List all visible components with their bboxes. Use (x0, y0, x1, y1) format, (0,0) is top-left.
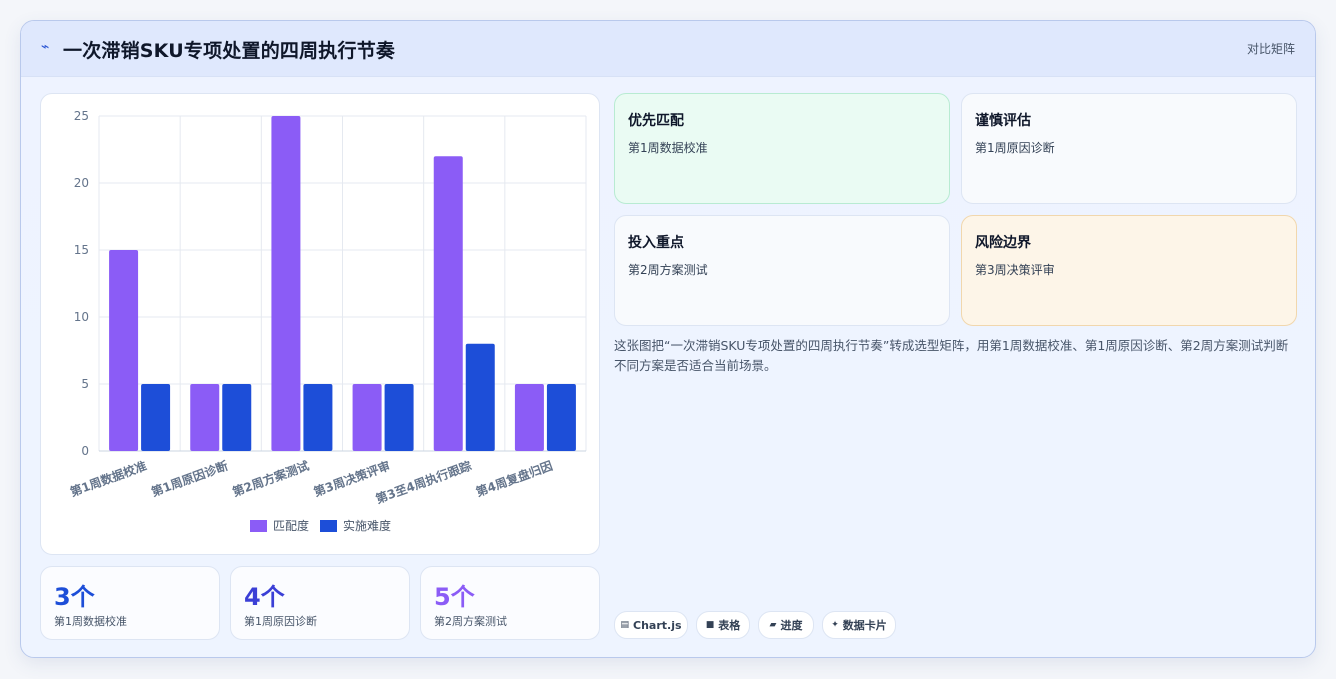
page-title: 一次滞销SKU专项处置的四周执行节奏 (63, 40, 396, 62)
matrix-cell-sub: 第2周方案测试 (628, 263, 708, 277)
chart-icon: ▤ (620, 620, 629, 630)
chip-chartjs[interactable]: ▤ Chart.js (614, 611, 688, 639)
legend-label: 匹配度 (273, 518, 309, 533)
progress-icon: ▰ (769, 620, 777, 630)
bar-difficulty (465, 343, 495, 451)
y-tick-label: 5 (81, 377, 89, 391)
stat-value: 4个 (244, 583, 285, 611)
matrix-cell-title: 优先匹配 (628, 113, 684, 129)
matrix-cell-sub: 第3周决策评审 (975, 263, 1055, 277)
stat-label: 第1周数据校准 (54, 615, 127, 628)
bar-chart-svg: 0510152025第1周数据校准 第1周原因诊断 第2周方案测试 第3周决策评审第3… (68, 109, 587, 533)
stat-card-3: 5个 第2周方案测试 (420, 566, 600, 640)
bar-match (271, 116, 301, 451)
bar-match (433, 156, 463, 451)
matrix-cell-priority[interactable]: 优先匹配 第1周数据校准 (614, 93, 950, 204)
matrix-cell-sub: 第1周原因诊断 (975, 141, 1055, 155)
legend-label: 实施难度 (343, 518, 391, 533)
view-tag[interactable]: 对比矩阵 (1247, 40, 1295, 57)
stat-card-2: 4个 第1周原因诊断 (230, 566, 410, 640)
matrix-cell-title: 谨慎评估 (975, 113, 1031, 129)
bar-match (352, 384, 382, 451)
stat-card-1: 3个 第1周数据校准 (40, 566, 220, 640)
matrix-cell-title: 风险边界 (975, 235, 1031, 251)
card-header: ⌁ 一次滞销SKU专项处置的四周执行节奏 对比矩阵 (21, 21, 1315, 77)
y-tick-label: 10 (74, 310, 89, 324)
chip-progress[interactable]: ▰ 进度 (758, 611, 814, 639)
matrix-card: ⌁ 一次滞销SKU专项处置的四周执行节奏 对比矩阵 0 5 10 15 20 25 第1周数… (20, 20, 1316, 658)
chip-label: 进度 (780, 619, 803, 632)
bar-difficulty (222, 384, 252, 451)
stat-value: 5个 (434, 583, 475, 611)
chip-table[interactable]: ■ 表格 (696, 611, 750, 639)
legend-swatch (320, 520, 337, 532)
bar-difficulty (141, 384, 171, 451)
stat-value: 3个 (54, 583, 95, 611)
matrix-cell-sub: 第1周数据校准 (628, 141, 708, 155)
bar-chart: 0 5 10 15 20 25 第1周数据校准 第1周原因诊断 第2周方案测试 第3周决策评审 第3… (40, 93, 600, 555)
bolt-icon: ⌁ (41, 39, 50, 55)
bar-match (190, 384, 220, 451)
bar-match (514, 384, 544, 451)
bar-match (109, 250, 139, 451)
matrix-cell-title: 投入重点 (628, 235, 684, 251)
chip-data-card[interactable]: ✦ 数据卡片 (822, 611, 896, 639)
y-tick-label: 20 (74, 176, 89, 190)
bar-difficulty (384, 384, 414, 451)
card-icon: ✦ (831, 620, 839, 630)
stat-label: 第1周原因诊断 (244, 615, 317, 628)
matrix-cell-caution[interactable]: 谨慎评估 第1周原因诊断 (961, 93, 1297, 204)
legend-swatch (250, 520, 267, 532)
matrix-cell-focus[interactable]: 投入重点 第2周方案测试 (614, 215, 950, 326)
x-tick-label: 第2周方案测试 (230, 458, 311, 500)
y-tick-label: 25 (74, 109, 89, 123)
y-tick-label: 0 (81, 444, 89, 458)
chip-label: Chart.js (633, 618, 682, 632)
x-tick-label: 第4周复盘归因 (474, 458, 555, 500)
table-icon: ■ (705, 620, 715, 630)
matrix-description: 这张图把“一次滞销SKU专项处置的四周执行节奏”转成选型矩阵，用第1周数据校准、… (614, 338, 1289, 373)
x-tick-label: 第1周原因诊断 (149, 458, 230, 500)
bar-difficulty (546, 384, 576, 451)
bar-difficulty (303, 384, 333, 451)
chip-label: 表格 (718, 619, 741, 632)
x-tick-label: 第1周数据校准 (68, 458, 149, 500)
matrix-cell-risk[interactable]: 风险边界 第3周决策评审 (961, 215, 1297, 326)
stat-label: 第2周方案测试 (434, 615, 507, 628)
chip-label: 数据卡片 (842, 619, 887, 632)
y-tick-label: 15 (74, 243, 89, 257)
